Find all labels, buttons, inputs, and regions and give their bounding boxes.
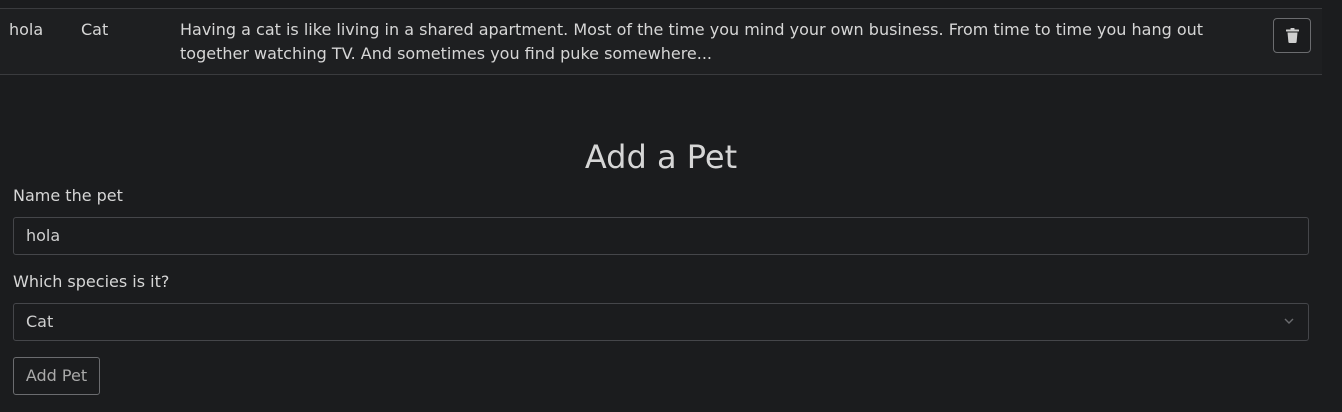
add-pet-button[interactable]: Add Pet bbox=[13, 357, 100, 395]
delete-pet-button[interactable] bbox=[1273, 18, 1311, 53]
form-title: Add a Pet bbox=[584, 138, 738, 176]
pets-table: hola Cat Having a cat is like living in … bbox=[0, 8, 1322, 75]
species-select[interactable]: Cat bbox=[13, 303, 1309, 341]
species-selected-value: Cat bbox=[26, 312, 54, 331]
pet-description-cell: Having a cat is like living in a shared … bbox=[180, 20, 1204, 63]
pet-name-label: Name the pet bbox=[13, 186, 123, 205]
pet-species-cell: Cat bbox=[81, 20, 109, 39]
species-label: Which species is it? bbox=[13, 272, 170, 291]
trash-icon bbox=[1285, 28, 1299, 43]
pet-name-cell: hola bbox=[9, 20, 44, 39]
chevron-down-icon bbox=[1284, 318, 1294, 324]
pet-name-input[interactable]: hola bbox=[13, 217, 1309, 255]
